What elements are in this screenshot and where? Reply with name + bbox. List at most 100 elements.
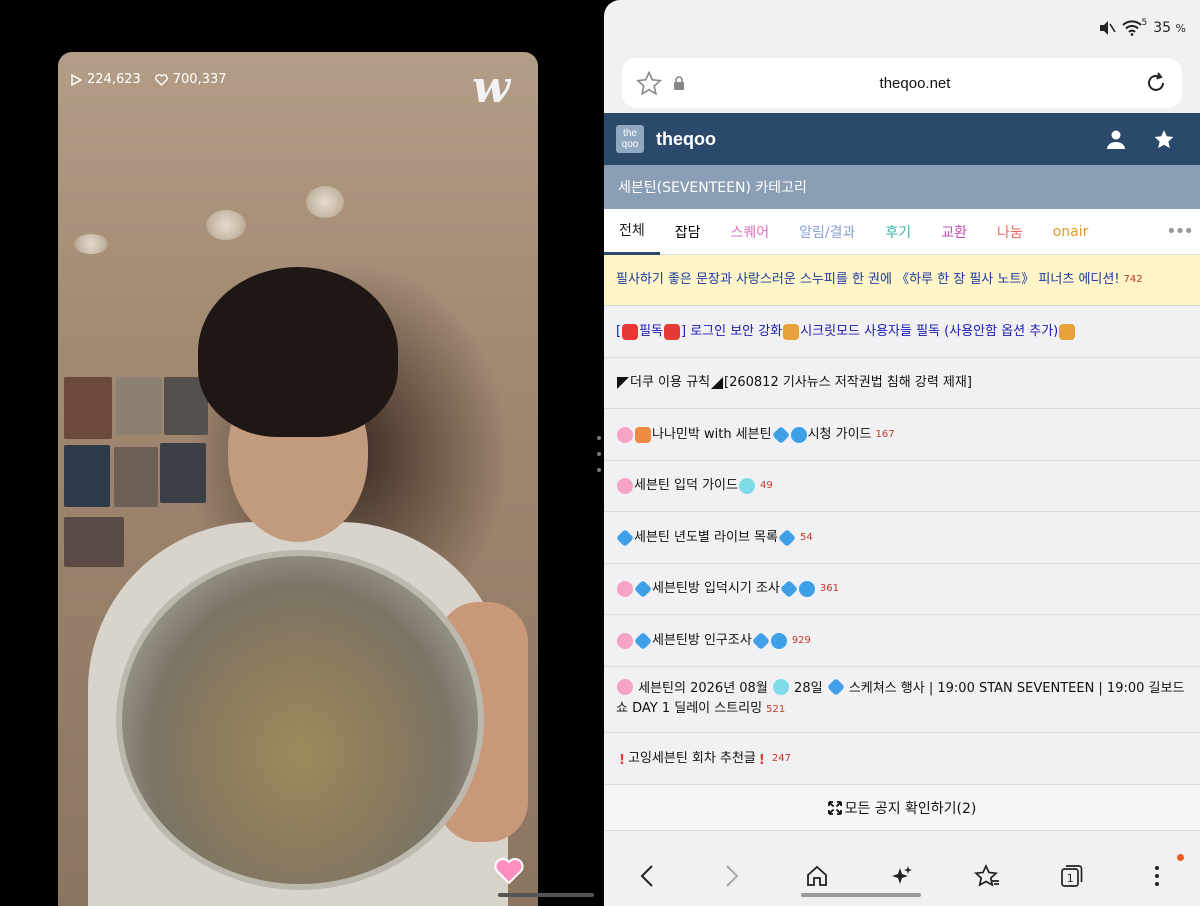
post-title: 세븐틴 입덕 가이드 [634,478,738,493]
view-count: 224,623 [70,72,141,87]
gem-icon [633,631,653,650]
favorite-button[interactable] [1140,128,1188,150]
post-title: 고잉세븐틴 회차 추천글 [628,750,756,766]
play-icon [71,73,82,86]
list-item[interactable]: 세븐틴의 2026년 08월 28일 스케쳐스 행사 | 19:00 STAN … [604,667,1200,733]
list-item[interactable]: 더쿠 이용 규칙 [260812 기사뉴스 저작권법 침해 강력 제재] [604,358,1200,409]
tab-exchange[interactable]: 교환 [926,209,982,255]
comment-count: 54 [799,531,813,543]
split-view-handle[interactable] [596,436,602,472]
chevron-left-icon [640,865,653,887]
notification-dot [1177,854,1184,861]
list-item[interactable]: [ 필독 ] 로그인 보안 강화 시크릿모드 사용자들 필독 (사용안함 옵션 … [604,306,1200,358]
status-bar: 5 35 % [604,0,1200,56]
tab-count: 1 [1066,871,1074,885]
post-title: 더쿠 이용 규칙 [630,375,711,390]
site-name[interactable]: theqoo [656,129,1092,150]
view-all-notices-button[interactable]: 모든 공지 확인하기(2) [604,785,1200,831]
gem-icon [771,425,790,444]
tabs-button[interactable]: 1 [1042,852,1102,900]
heart-outline-icon [154,73,168,86]
blue-heart-icon [770,632,787,649]
reload-icon[interactable] [1144,71,1168,95]
list-item[interactable]: 세븐틴방 인구조사 929 [604,615,1200,667]
video-stats: 224,623 700,337 [70,72,227,87]
site-header: the qoo theqoo [604,113,1200,165]
view-all-notices-label: 모든 공지 확인하기(2) [844,800,977,817]
post-tag: 필독 [639,323,663,339]
video-pane: 224,623 700,337 w [0,0,596,906]
list-item[interactable]: 세븐틴 년도별 라이브 목록 54 [604,512,1200,564]
ceiling-light [306,186,344,218]
live-video[interactable]: 224,623 700,337 w [58,52,538,906]
post-title: 나나민박 with 세븐틴 [652,426,772,442]
tab-all[interactable]: 전체 [604,209,660,255]
pink-heart-icon [617,679,633,695]
wifi-icon [1121,20,1142,36]
gem-icon [751,631,770,650]
siren-icon [664,323,680,340]
post-title: 세븐틴의 2026년 08월 [634,681,772,696]
heart-emoji-icon [617,426,633,443]
tab-notice-results[interactable]: 알림/결과 [784,209,870,255]
home-indicator [498,893,594,897]
list-item[interactable]: 나나민박 with 세븐틴 시청 가이드 167 [604,409,1200,461]
forward-button[interactable] [702,852,762,900]
post-title: ] 로그인 보안 강화 [681,323,783,339]
tab-square[interactable]: 스퀘어 [716,209,785,255]
list-item[interactable]: 세븐틴 입덕 가이드 49 [604,461,1200,512]
list-item[interactable]: 세븐틴방 입덕시기 조사 361 [604,564,1200,615]
siren-icon [622,323,639,340]
lock-icon [674,76,684,90]
list-item[interactable]: ! 고잉세븐틴 회차 추천글 ! 247 [604,733,1200,785]
more-tabs-button[interactable]: ••• [1166,221,1200,242]
gem-icon [779,579,798,599]
star-outline-icon[interactable] [636,71,662,95]
url-bar[interactable]: theqoo.net [622,58,1182,108]
ceiling-light [206,210,246,240]
category-title[interactable]: 세븐틴(SEVENTEEN) 카테고리 [604,165,1200,209]
back-button[interactable] [617,852,677,900]
house-icon [635,426,651,443]
weverse-logo: w [472,62,510,113]
site-logo[interactable]: the qoo [616,125,644,153]
tab-review[interactable]: 후기 [870,209,926,255]
browser-pane: 5 35 % theqoo.net the qoo theqoo 세븐틴(SEV… [604,0,1200,906]
post-prefix: [ [616,323,622,339]
exclamation-icon: ! [619,752,625,768]
view-count-text: 224,623 [87,72,141,87]
sparkling-heart-icon [617,581,633,597]
sparkle-icon [891,866,912,884]
blue-heart-icon [790,426,807,443]
comment-count: 49 [759,480,773,491]
post-title-part: 28일 [789,681,827,696]
tab-chat[interactable]: 잡담 [660,209,716,255]
exclamation-icon: ! [758,752,765,768]
list-item[interactable]: 필사하기 좋은 문장과 사랑스러운 스누피를 한 권에 《하루 한 장 필사 노… [604,255,1200,306]
bookmarks-button[interactable] [957,852,1017,900]
like-heart-button[interactable] [494,858,524,888]
light-blue-heart-icon [772,679,789,695]
tab-share[interactable]: 나눔 [982,209,1038,255]
post-subtitle: 시청 가이드 [807,426,872,442]
post-title: 세븐틴방 입덕시기 조사 [652,581,780,596]
url-text[interactable]: theqoo.net [696,75,1134,92]
more-vertical-icon [1155,866,1160,886]
tab-onair[interactable]: onair [1038,209,1104,255]
home-indicator [801,893,921,897]
gem-icon [777,528,797,547]
comment-count: 929 [791,634,811,646]
browser-toolbar: 1 [604,846,1200,906]
gem-icon [633,579,653,599]
post-subtitle: [260812 기사뉴스 저작권법 침해 강력 제재] [724,375,972,390]
like-count: 700,337 [154,72,227,87]
user-button[interactable] [1092,129,1140,149]
triangle-icon [711,377,724,389]
like-count-text: 700,337 [172,72,227,87]
battery-level: 35 % [1153,20,1186,36]
star-icon [1154,130,1174,149]
comment-count: 247 [771,752,791,764]
megaphone-icon [1059,323,1076,340]
triangle-icon [617,377,629,389]
comment-count: 167 [875,428,895,440]
